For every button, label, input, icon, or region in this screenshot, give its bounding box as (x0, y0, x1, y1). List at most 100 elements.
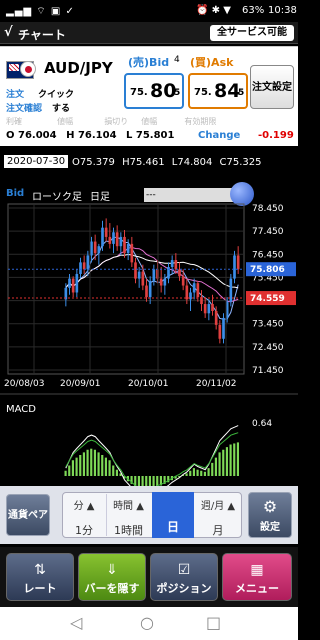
currency-pair-button[interactable]: 通貨ペア (6, 494, 50, 536)
hour-label: 時間 (113, 501, 134, 512)
macd-histogram-bar (211, 462, 214, 476)
c-label: C (219, 157, 227, 168)
macd-histogram-bar (229, 444, 232, 476)
candle-body (71, 278, 75, 293)
candle-body (108, 236, 112, 244)
candle-body (178, 269, 181, 277)
confirm-value[interactable]: する (52, 101, 70, 114)
hide-bar-label: バーを隠す (84, 582, 140, 595)
position-label: ポジション (156, 582, 212, 595)
all-services-badge[interactable]: 全サービス可能 (210, 25, 294, 41)
macd-histogram-bar (152, 476, 155, 486)
macd-histogram-bar (214, 457, 217, 476)
o-value: 75.379 (79, 157, 115, 168)
status-bar: ▂▄▆ ⌔ ▣ ✓ ⏰ ✱ ▼ 63% 10:38 (0, 0, 298, 22)
low-value: 75.801 (135, 130, 175, 141)
bid-price-button[interactable]: 75. 80 5 (124, 73, 184, 109)
macd-label: MACD (6, 404, 36, 415)
hide-bar-button[interactable]: ⇓ バーを隠す (78, 553, 146, 601)
quote-panel: ✦ AUD/JPY 注文 クイック 注文確認 する (売)Bid 4 (買)As… (0, 46, 298, 146)
candle-body (185, 285, 189, 300)
sl-label: 損切り (104, 117, 129, 126)
macd-histogram-bar (222, 449, 225, 476)
macd-histogram-bar (203, 471, 206, 476)
rate-label: レート (23, 582, 57, 595)
menu-button[interactable]: ▦ メニュー (222, 553, 292, 601)
x-tick-label: 20/08/03 (4, 379, 44, 389)
menu-label: メニュー (235, 582, 279, 595)
week-month-value: 月 (212, 524, 224, 537)
macd-histogram-bar (192, 468, 195, 476)
alarm-icon: ⏰ ✱ ▼ (196, 5, 231, 16)
candle-body (82, 262, 86, 270)
candle-body (134, 262, 137, 279)
position-button[interactable]: ☑ ポジション (150, 553, 218, 601)
order-mode[interactable]: クイック (38, 87, 74, 100)
candle-body (152, 269, 156, 281)
back-icon[interactable]: ◁ (70, 613, 82, 632)
candlestick-chart[interactable]: 78.45077.45076.45075.45074.45073.45072.4… (0, 176, 298, 486)
open-label: O (6, 130, 15, 141)
macd-histogram-bar (207, 468, 210, 476)
candle-body (236, 255, 240, 270)
candle-body (170, 260, 174, 268)
open-value: 76.004 (18, 130, 57, 141)
ask-big-digits: 84 (214, 80, 241, 102)
ask-price-marker-label: 74.559 (250, 294, 285, 304)
minute-button[interactable]: 分 ▲ 1分 (64, 494, 104, 537)
macd-histogram-bar (97, 452, 100, 476)
macd-tick-label: 0.64 (252, 419, 272, 429)
arrow-down-icon: ⇓ (106, 562, 118, 578)
macd-histogram-bar (75, 457, 78, 476)
macd-histogram-bar (200, 470, 203, 476)
macd-histogram-bar (236, 442, 239, 476)
candle-values: O75.379 H75.461 L74.804 C75.325 (72, 157, 262, 168)
macd-histogram-bar (141, 476, 144, 486)
high-label: H (66, 130, 75, 141)
day-button[interactable]: 日 (152, 492, 194, 538)
ask-label: (買)Ask (190, 56, 234, 69)
candle-date: 2020-07-30 (4, 155, 69, 168)
home-icon[interactable]: ○ (140, 613, 154, 632)
low-label: L (126, 130, 133, 141)
candle-body (159, 278, 163, 286)
candle-body (207, 304, 211, 314)
candle-body (123, 236, 126, 254)
candle-body (126, 243, 130, 254)
candle-body (192, 283, 196, 293)
candle-body (75, 273, 79, 293)
macd-histogram-bar (115, 469, 118, 476)
order-label: 注文 (6, 90, 25, 100)
chart-settings-button[interactable]: ⚙ 設定 (248, 492, 292, 538)
day-ohlc-row: O 76.004 H 76.104 L 75.801 (6, 130, 174, 141)
change-value: -0.199 (258, 130, 294, 141)
week-month-button[interactable]: 週/月 ▲ 月 (196, 494, 240, 537)
candle-body (174, 260, 178, 270)
ask-pip: 5 (238, 88, 245, 98)
confirm-label: 注文確認 (6, 104, 43, 114)
y-tick-label: 73.450 (252, 320, 284, 330)
macd-histogram-bar (233, 443, 236, 476)
y-tick-label: 76.450 (252, 250, 284, 260)
title-bar: √ チャート 全サービス可能 (0, 22, 298, 44)
recents-icon[interactable]: □ (206, 613, 221, 632)
sl-width-label: 値幅 (141, 117, 158, 126)
rate-button[interactable]: ⇅ レート (6, 553, 74, 601)
order-settings-button[interactable]: 注文設定 (250, 65, 294, 109)
macd-histogram-bar (64, 470, 67, 476)
ask-price-button[interactable]: 75. 84 5 (188, 73, 248, 109)
macd-histogram-bar (137, 476, 140, 486)
candle-body (112, 232, 115, 244)
candle-body (181, 276, 185, 286)
bid-prefix: 75. (130, 87, 148, 98)
candle-body (203, 304, 207, 314)
macd-histogram-bar (82, 452, 85, 476)
hour-value: 1時間 (114, 524, 143, 537)
macd-histogram-bar (108, 460, 111, 476)
clipboard-icon: ☑ (177, 562, 191, 578)
signal-icon: ▂▄▆ ⌔ ▣ ✓ (6, 6, 75, 17)
macd-histogram-bar (185, 473, 188, 476)
spread-value: 4 (174, 55, 180, 65)
hour-button[interactable]: 時間 ▲ 1時間 (106, 494, 150, 537)
chart-area[interactable]: Bid ローソク足 日足 --- 78.450 77.450 76.450 75.45… (0, 176, 298, 486)
